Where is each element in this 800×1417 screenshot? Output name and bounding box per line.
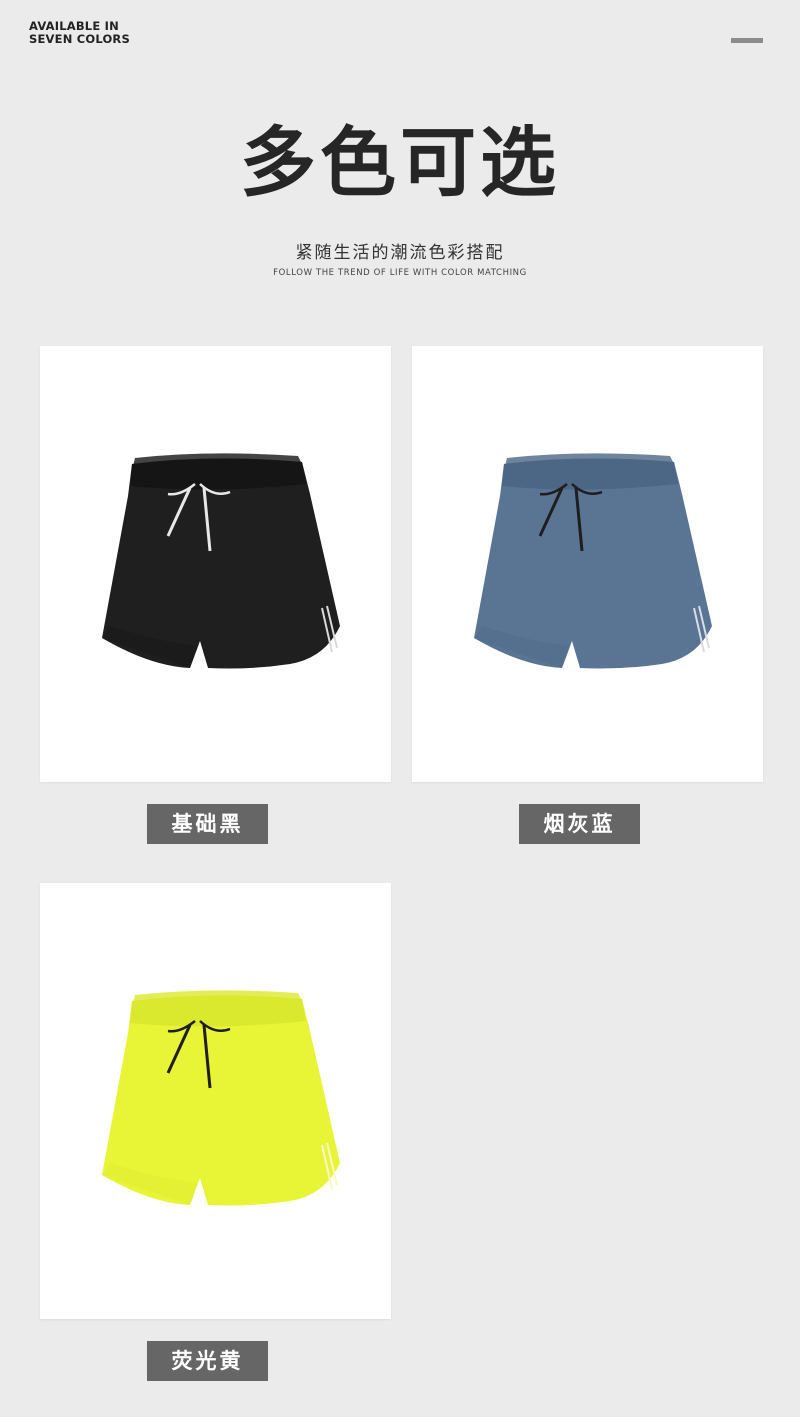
tagline-line-2: SEVEN COLORS [29, 32, 130, 46]
product-card-black[interactable] [40, 346, 391, 782]
subtitle-english: FOLLOW THE TREND OF LIFE WITH COLOR MATC… [273, 268, 527, 278]
shorts-image-black [102, 453, 340, 669]
tagline: AVAILABLE IN SEVEN COLORS [29, 20, 130, 46]
color-label-blue[interactable]: 烟灰蓝 [519, 804, 640, 844]
color-label-yellow[interactable]: 荧光黄 [147, 1341, 268, 1381]
page-title: 多色可选 [240, 118, 560, 207]
subtitle-chinese: 紧随生活的潮流色彩搭配 [295, 243, 505, 263]
menu-bar-icon[interactable] [731, 38, 763, 43]
product-card-blue[interactable] [412, 346, 763, 782]
product-card-yellow[interactable] [40, 883, 391, 1319]
shorts-image-blue [474, 453, 712, 669]
color-label-black[interactable]: 基础黑 [147, 804, 268, 844]
shorts-image-yellow [102, 990, 340, 1206]
